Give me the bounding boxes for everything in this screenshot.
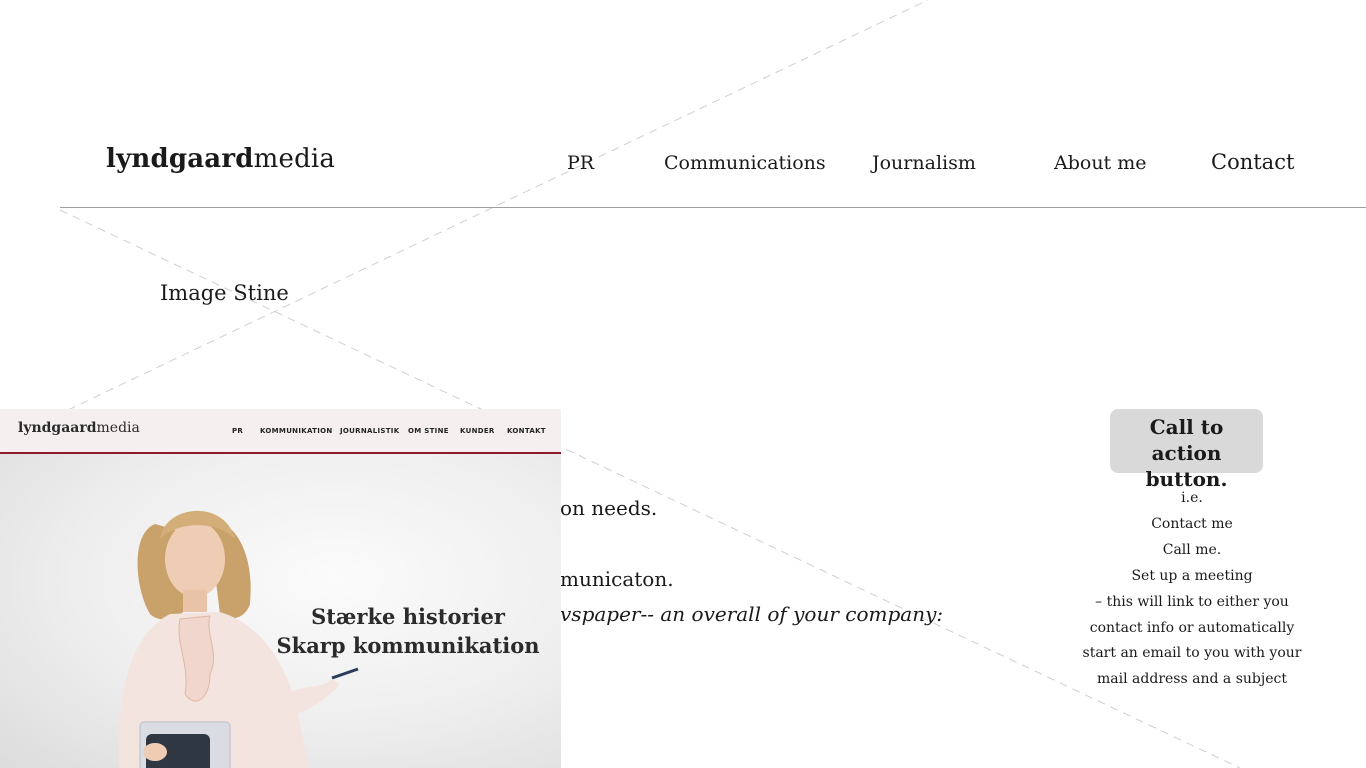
nav-pr[interactable]: PR [567,152,594,174]
screenshot-nav-journalistik: JOURNALISTIK [340,427,400,435]
image-placeholder-label: Image Stine [160,281,289,305]
website-screenshot: lyndgaardmedia PR KOMMUNIKATION JOURNALI… [0,409,561,768]
call-to-action-button[interactable]: Call to action button. [1110,409,1263,491]
screenshot-header: lyndgaardmedia PR KOMMUNIKATION JOURNALI… [0,409,561,454]
logo-light-text: media [253,144,336,174]
cta-note: Call me. [1162,541,1222,558]
nav-contact[interactable]: Contact [1211,150,1294,174]
hero-heading-line-2: Skarp kommunikation [276,633,540,658]
body-copy-line-3: vspaper-- an overall of your company: [560,602,944,626]
cta-note: start an email to you with your [1082,645,1302,662]
cta-label-line-1: Call to action [1149,415,1224,465]
screenshot-hero-heading: Stærke historier Skarp kommunikation [262,602,554,660]
body-copy-line-2: municaton. [560,567,674,591]
screenshot-hero: Stærke historier Skarp kommunikation [0,454,561,768]
cta-note: Contact me [1151,515,1233,532]
nav-journalism[interactable]: Journalism [872,152,976,174]
cta-notes: i.e. Contact me Call me. Set up a meetin… [1070,486,1314,693]
cta-note: i.e. [1181,490,1203,506]
screenshot-nav-pr: PR [232,427,244,435]
header-divider [60,207,1366,208]
cta-note: Set up a meeting [1131,567,1253,584]
site-logo[interactable]: lyndgaardmedia [106,144,335,174]
nav-about-me[interactable]: About me [1054,152,1147,174]
cta-note: mail address and a subject [1097,671,1287,688]
nav-communications[interactable]: Communications [664,152,826,174]
screenshot-nav-kunder: KUNDER [460,427,495,435]
screenshot-nav-om-stine: OM STINE [408,427,449,435]
screenshot-nav-kontakt: KONTAKT [507,427,546,435]
body-copy-line-1: on needs. [560,496,658,520]
cta-note: contact info or automatically [1089,619,1295,636]
screenshot-logo: lyndgaardmedia [18,420,140,436]
screenshot-logo-bold: lyndgaard [18,420,97,436]
screenshot-nav-kommunikation: KOMMUNIKATION [260,427,333,435]
hero-heading-line-1: Stærke historier [311,604,505,629]
cta-note: – this will link to either you [1095,593,1289,610]
logo-bold-text: lyndgaard [106,144,254,174]
screenshot-logo-light: media [96,420,140,436]
